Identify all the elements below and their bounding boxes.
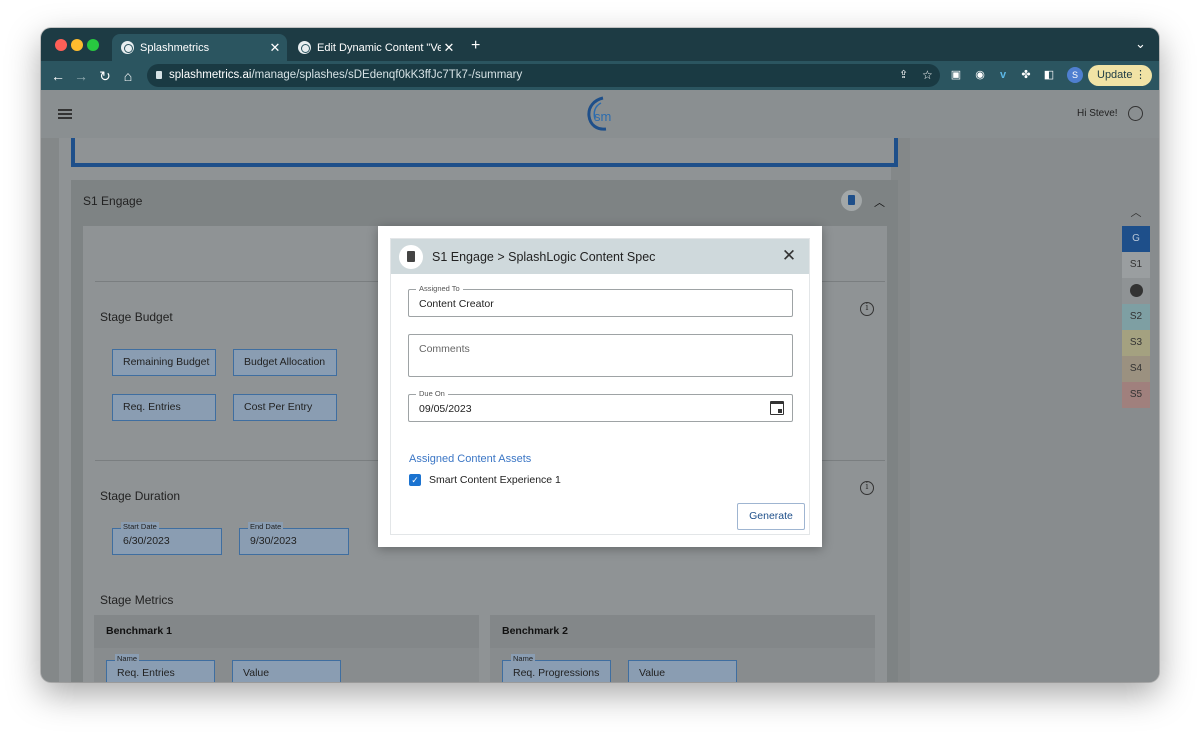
- end-date-label: End Date: [248, 522, 284, 531]
- benchmark-2-name-label: Name: [511, 654, 536, 663]
- splashmetrics-favicon-icon: [121, 41, 134, 54]
- end-date-field[interactable]: 9/30/2023: [239, 528, 349, 555]
- stage-duration-title: Stage Duration: [100, 489, 181, 503]
- stage-nav-s2[interactable]: S2: [1122, 304, 1150, 330]
- budget-allocation-field[interactable]: Budget Allocation: [233, 349, 337, 376]
- content-spec-dialog: S1 Engage > SplashLogic Content Spec ✕ A…: [378, 226, 822, 547]
- assigned-to-label: Assigned To: [416, 284, 463, 293]
- share-icon[interactable]: ⇪: [899, 64, 908, 87]
- stage-metrics-title: Stage Metrics: [100, 593, 174, 607]
- stage-nav-s3[interactable]: S3: [1122, 330, 1150, 356]
- forward-arrow-icon[interactable]: →: [71, 66, 91, 86]
- stage-nav-s1[interactable]: S1: [1122, 252, 1150, 278]
- stage-nav-s5[interactable]: S5: [1122, 382, 1150, 408]
- app-header: sm Hi Steve!: [41, 90, 1159, 138]
- calendar-icon[interactable]: [770, 401, 784, 415]
- reload-icon[interactable]: ↻: [95, 66, 115, 86]
- benchmark-2-name-field[interactable]: Req. Progressions: [502, 660, 611, 682]
- back-arrow-icon[interactable]: ←: [48, 66, 68, 86]
- side-panel-icon[interactable]: ◧: [1042, 68, 1056, 82]
- hamburger-menu-icon[interactable]: [58, 109, 72, 119]
- address-bar[interactable]: splashmetrics.ai/manage/splashes/sDEdenq…: [147, 64, 940, 87]
- due-on-field[interactable]: Due On 09/05/2023: [408, 389, 793, 422]
- benchmark-2-value-field[interactable]: Value: [628, 660, 737, 682]
- tab-splashmetrics[interactable]: Splashmetrics ✕: [112, 34, 287, 61]
- vimeo-extension-icon[interactable]: v: [996, 68, 1010, 82]
- tab-search-chevron-icon[interactable]: ⌄: [1135, 36, 1146, 52]
- info-icon[interactable]: i: [860, 302, 874, 316]
- password-manager-icon[interactable]: ◉: [973, 68, 987, 82]
- more-menu-icon[interactable]: ⋮: [1135, 65, 1146, 86]
- dialog-title: S1 Engage > SplashLogic Content Spec: [432, 250, 656, 264]
- comments-field[interactable]: Comments: [408, 334, 793, 377]
- address-path: /manage/splashes/sDEdenqf0kK3ffJc7Tk7-/s…: [251, 69, 523, 81]
- user-greeting: Hi Steve!: [1077, 108, 1118, 119]
- add-document-button[interactable]: [841, 190, 862, 211]
- benchmark-1-name-field[interactable]: Req. Entries: [106, 660, 215, 682]
- address-host: splashmetrics.ai: [169, 69, 252, 81]
- dialog-header: S1 Engage > SplashLogic Content Spec ✕: [391, 239, 809, 274]
- browser-toolbar: ← → ↻ ⌂ splashmetrics.ai/manage/splashes…: [41, 61, 1159, 90]
- assigned-to-value: Content Creator: [419, 298, 494, 310]
- benchmark-1-name-label: Name: [115, 654, 140, 663]
- user-circle-icon: [1129, 283, 1143, 297]
- stage-side-nav: ︿ G S1 S2 S3 S4 S5: [1122, 200, 1150, 408]
- comments-placeholder: Comments: [419, 343, 470, 355]
- stage-nav-s4[interactable]: S4: [1122, 356, 1150, 382]
- logo-text: sm: [594, 109, 611, 124]
- stage-title: S1 Engage: [83, 194, 143, 208]
- maximize-window-button[interactable]: [87, 39, 99, 51]
- remaining-budget-field[interactable]: Remaining Budget: [112, 349, 216, 376]
- splashmetrics-favicon-icon: [298, 41, 311, 54]
- minimize-window-button[interactable]: [71, 39, 83, 51]
- due-on-label: Due On: [416, 389, 448, 398]
- tab-close-icon[interactable]: ✕: [441, 40, 457, 56]
- benchmark-1-value-field[interactable]: Value: [232, 660, 341, 682]
- smart-content-checkbox[interactable]: ✓: [409, 474, 421, 486]
- scroll-up-chevron-icon[interactable]: ︿: [1122, 200, 1150, 226]
- assigned-to-field[interactable]: Assigned To Content Creator: [408, 284, 793, 317]
- tab-strip: Splashmetrics ✕ Edit Dynamic Content "Ve…: [41, 28, 1159, 61]
- smart-content-label[interactable]: Smart Content Experience 1: [429, 474, 561, 486]
- stage-budget-title: Stage Budget: [100, 310, 173, 324]
- stage-nav-user[interactable]: [1122, 278, 1150, 304]
- cost-per-entry-field[interactable]: Cost Per Entry: [233, 394, 337, 421]
- previous-section-border: [71, 138, 898, 167]
- dialog-body: S1 Engage > SplashLogic Content Spec ✕ A…: [390, 238, 810, 535]
- generate-button[interactable]: Generate: [737, 503, 805, 530]
- account-circle-icon[interactable]: [1128, 106, 1143, 121]
- extension-icon[interactable]: ▣: [949, 68, 963, 82]
- update-label: Update: [1097, 69, 1133, 81]
- profile-avatar[interactable]: S: [1067, 67, 1083, 83]
- splashmetrics-logo: sm: [587, 96, 611, 131]
- document-add-icon: [399, 245, 423, 269]
- bookmark-star-icon[interactable]: ☆: [922, 64, 933, 87]
- update-button[interactable]: Update ⋮: [1088, 65, 1152, 86]
- info-icon[interactable]: i: [860, 481, 874, 495]
- benchmark-2-header: Benchmark 2: [490, 615, 875, 648]
- tab-edit-dynamic-content[interactable]: Edit Dynamic Content "Version ✕: [289, 34, 461, 61]
- start-date-label: Start Date: [121, 522, 159, 531]
- benchmark-1-header: Benchmark 1: [94, 615, 479, 648]
- start-date-field[interactable]: 6/30/2023: [112, 528, 222, 555]
- req-entries-field[interactable]: Req. Entries: [112, 394, 216, 421]
- collapse-chevron-icon[interactable]: ︿: [874, 194, 885, 210]
- home-icon[interactable]: ⌂: [118, 66, 138, 86]
- due-on-value: 09/05/2023: [419, 403, 472, 415]
- tab-title: Splashmetrics: [140, 41, 210, 54]
- tab-close-icon[interactable]: ✕: [267, 40, 283, 56]
- stage-nav-g[interactable]: G: [1122, 226, 1150, 252]
- close-window-button[interactable]: [55, 39, 67, 51]
- new-tab-button[interactable]: +: [471, 37, 480, 55]
- lock-icon: [156, 71, 162, 79]
- puzzle-extensions-icon[interactable]: ✤: [1019, 68, 1033, 82]
- assigned-content-assets-title: Assigned Content Assets: [409, 453, 532, 465]
- tab-title: Edit Dynamic Content "Version: [317, 41, 441, 54]
- close-icon[interactable]: ✕: [779, 246, 799, 266]
